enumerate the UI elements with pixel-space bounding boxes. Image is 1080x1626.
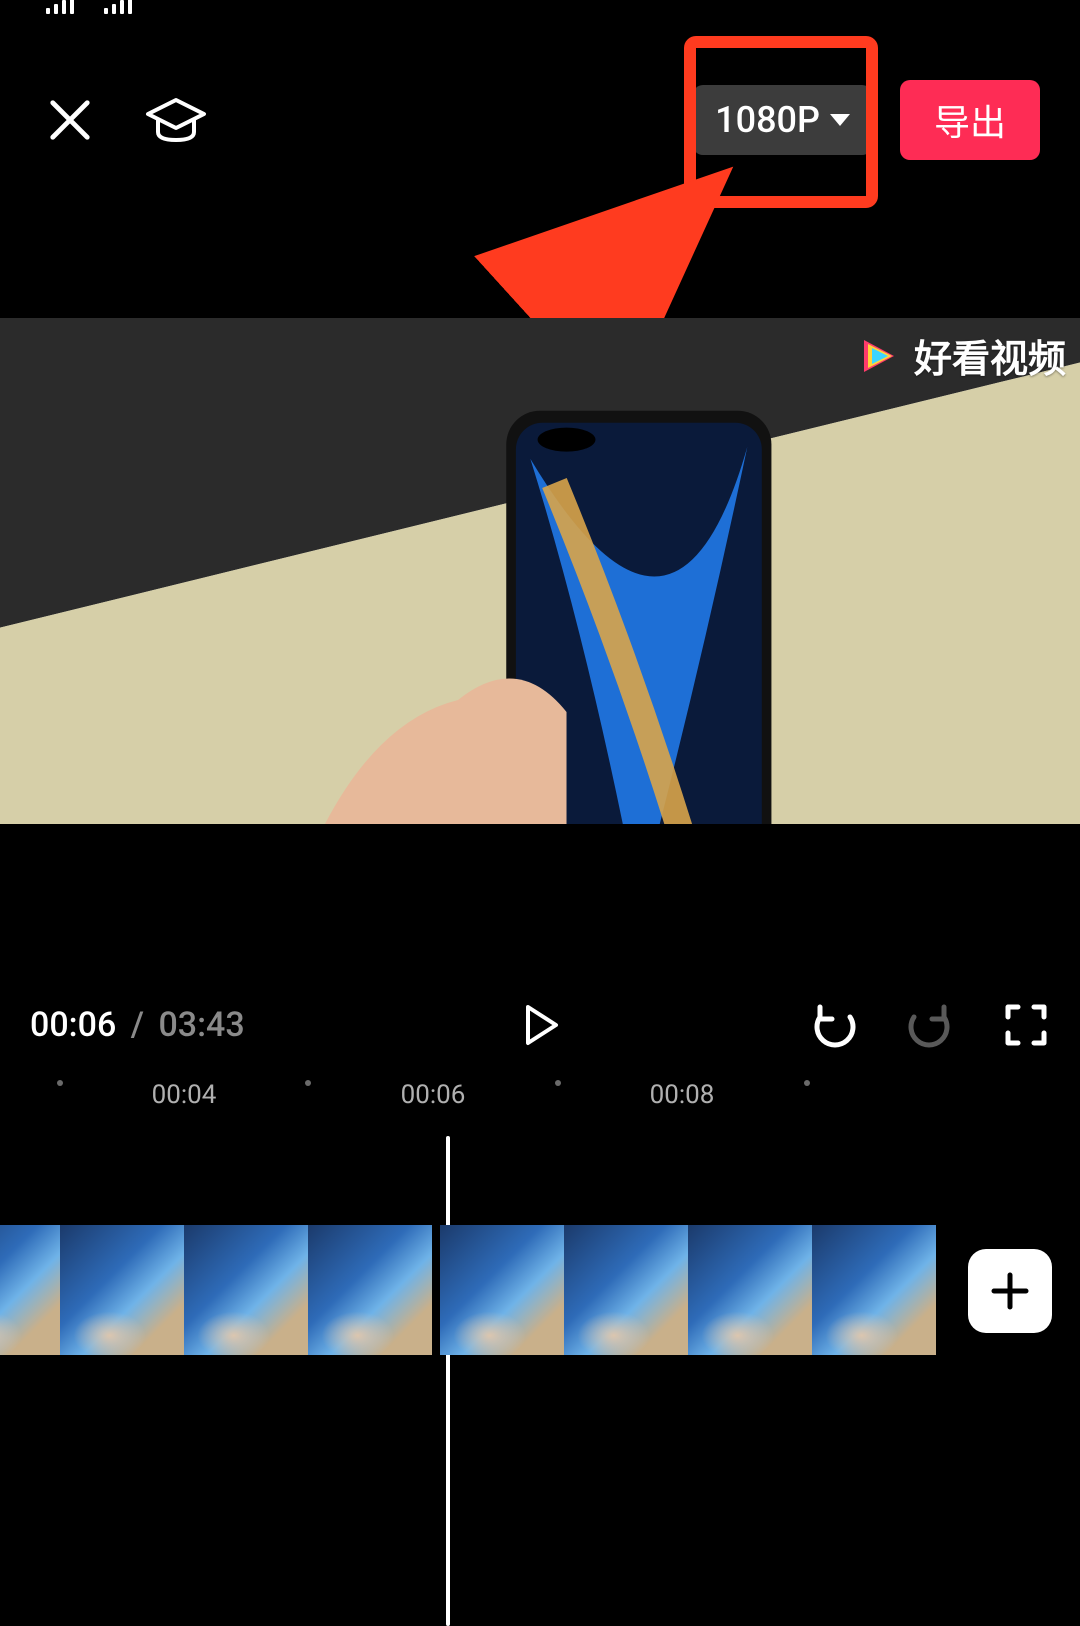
clip-thumbnail[interactable] [184, 1225, 308, 1355]
ruler-tick [57, 1080, 63, 1086]
clip-thumbnail[interactable] [308, 1225, 432, 1355]
preview-frame-image [0, 318, 1080, 824]
ruler-mark: 00:04 [152, 1080, 217, 1110]
ruler-tick [555, 1080, 561, 1086]
export-button[interactable]: 导出 [900, 80, 1040, 160]
video-watermark: 好看视频 [854, 328, 1066, 383]
status-left [46, 0, 132, 14]
video-preview[interactable]: 好看视频 [0, 318, 1080, 824]
playhead[interactable] [446, 1136, 450, 1626]
timeline-ruler[interactable]: 00:04 00:06 00:08 [0, 1080, 1080, 1120]
ruler-tick [804, 1080, 810, 1086]
editor-top-bar: 1080P 导出 [0, 70, 1080, 170]
graduation-cap-icon [144, 96, 208, 144]
redo-button[interactable] [906, 1001, 954, 1049]
ruler-tick [305, 1080, 311, 1086]
play-button[interactable] [516, 1001, 564, 1049]
close-icon [47, 97, 93, 143]
watermark-text: 好看视频 [914, 328, 1066, 383]
tutorial-button[interactable] [144, 88, 208, 152]
close-button[interactable] [40, 90, 100, 150]
ruler-mark: 00:08 [650, 1080, 715, 1110]
clip-thumbnail[interactable] [564, 1225, 688, 1355]
signal-icon [46, 0, 74, 14]
transport-bar: 00:06 / 03:43 [0, 985, 1080, 1065]
fullscreen-icon [1002, 1001, 1050, 1049]
fullscreen-button[interactable] [1002, 1001, 1050, 1049]
redo-icon [906, 1001, 954, 1049]
clip-thumbnail[interactable] [60, 1225, 184, 1355]
signal-icon-2 [104, 0, 132, 14]
timecode-current: 00:06 [30, 1005, 116, 1045]
watermark-logo-icon [854, 332, 902, 380]
timecode-separator: / [125, 1005, 150, 1045]
annotation-highlight-box [684, 36, 878, 208]
clip-thumbnail[interactable] [0, 1225, 60, 1355]
ruler-mark: 00:06 [401, 1080, 466, 1110]
clip-thumbnail[interactable] [688, 1225, 812, 1355]
timecode: 00:06 / 03:43 [30, 1005, 245, 1045]
play-icon [516, 1001, 564, 1049]
clip-track[interactable] [0, 1225, 1080, 1355]
add-clip-button[interactable] [968, 1249, 1052, 1333]
timeline[interactable] [0, 1225, 1080, 1626]
status-bar [0, 0, 1080, 18]
clip-thumbnail[interactable] [812, 1225, 936, 1355]
timecode-total: 03:43 [158, 1005, 244, 1045]
undo-icon [810, 1001, 858, 1049]
undo-button[interactable] [810, 1001, 858, 1049]
clip-thumbnail[interactable] [440, 1225, 564, 1355]
plus-icon [990, 1271, 1030, 1311]
export-label: 导出 [934, 102, 1006, 144]
clip-gap [432, 1225, 440, 1355]
